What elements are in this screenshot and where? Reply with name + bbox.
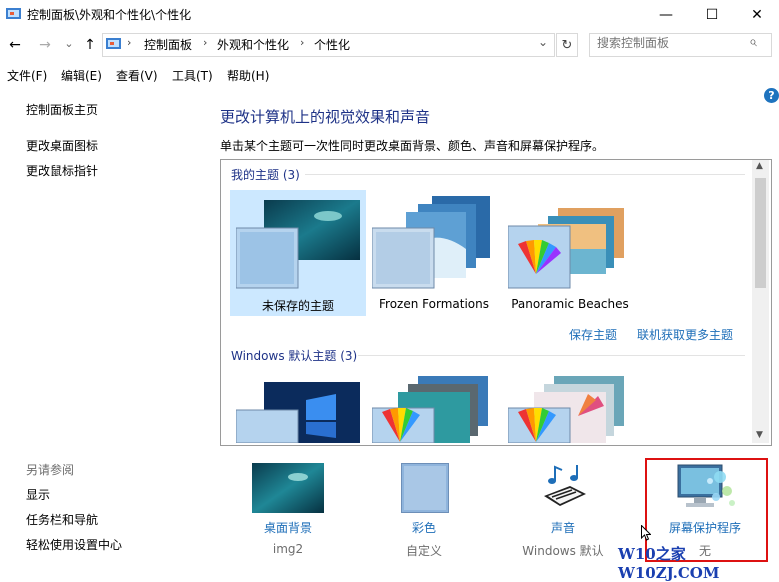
theme-windows-preview[interactable] — [236, 380, 360, 443]
sound-value: Windows 默认 — [522, 544, 604, 558]
control-panel-icon — [6, 8, 21, 19]
window-title: 控制面板\外观和个性化\个性化 — [27, 8, 192, 22]
refresh-icon[interactable]: ↻ — [556, 33, 578, 57]
mouse-cursor-icon — [641, 525, 651, 541]
menu-help[interactable]: 帮助(H) — [227, 67, 269, 84]
sidebar-link-ease-of-access[interactable]: 轻松使用设置中心 — [26, 536, 122, 553]
save-theme-link[interactable]: 保存主题 — [569, 326, 617, 343]
default-themes-heading: Windows 默认主题 (3) — [231, 349, 358, 363]
divider — [358, 355, 745, 356]
desktop-background-icon — [252, 463, 324, 513]
breadcrumb-control-panel[interactable]: 控制面板 — [144, 36, 192, 53]
search-input[interactable] — [597, 36, 747, 50]
get-more-themes-link[interactable]: 联机获取更多主题 — [637, 326, 733, 343]
breadcrumb-appearance[interactable]: 外观和个性化 — [217, 36, 289, 53]
sidebar-link-desktop-icons[interactable]: 更改桌面图标 — [26, 137, 98, 154]
color-icon — [401, 463, 449, 513]
sidebar-link-home[interactable]: 控制面板主页 — [26, 101, 98, 118]
theme-name: Frozen Formations — [379, 297, 489, 311]
menu-file[interactable]: 文件(F) — [7, 67, 47, 84]
desktop-background-label[interactable]: 桌面背景 — [228, 519, 348, 536]
minimize-button[interactable]: — — [643, 0, 689, 30]
close-button[interactable]: ✕ — [734, 0, 779, 30]
help-icon[interactable]: ? — [764, 88, 779, 103]
sidebar-link-mouse-pointer[interactable]: 更改鼠标指针 — [26, 162, 98, 179]
forward-arrow-icon[interactable]: → — [36, 36, 54, 54]
sound-label[interactable]: 声音 — [503, 519, 623, 536]
breadcrumb-personalization[interactable]: 个性化 — [314, 36, 350, 53]
sidebar-link-display[interactable]: 显示 — [26, 486, 50, 503]
color-label[interactable]: 彩色 — [364, 519, 484, 536]
address-dropdown-icon[interactable]: ⌄ — [538, 35, 548, 49]
back-arrow-icon[interactable]: ← — [6, 36, 24, 54]
theme-frozen-preview — [372, 196, 490, 289]
scrollbar-thumb[interactable] — [755, 178, 766, 288]
desktop-background-value: img2 — [272, 542, 304, 556]
theme-flowers-preview[interactable] — [508, 376, 632, 443]
theme-name: Panoramic Beaches — [511, 297, 629, 311]
theme-lines-preview[interactable] — [372, 376, 496, 443]
divider — [305, 174, 745, 175]
menu-edit[interactable]: 编辑(E) — [61, 67, 102, 84]
theme-unsaved-preview — [236, 200, 360, 289]
page-subtitle: 单击某个主题可一次性同时更改桌面背景、颜色、声音和屏幕保护程序。 — [220, 139, 605, 153]
scroll-up-icon[interactable]: ▲ — [756, 161, 763, 171]
breadcrumb-separator[interactable]: › — [300, 36, 304, 49]
breadcrumb-separator[interactable]: › — [127, 36, 131, 49]
theme-name: 未保存的主题 — [261, 299, 334, 313]
control-panel-icon — [106, 38, 121, 49]
menu-view[interactable]: 查看(V) — [116, 67, 158, 84]
sidebar-link-taskbar[interactable]: 任务栏和导航 — [26, 511, 98, 528]
maximize-button[interactable]: ☐ — [689, 0, 735, 30]
recent-locations-icon[interactable]: ⌄ — [60, 34, 78, 52]
breadcrumb-separator[interactable]: › — [203, 36, 207, 49]
sound-icon — [544, 465, 586, 506]
theme-beaches-preview — [508, 208, 624, 289]
menu-tools[interactable]: 工具(T) — [172, 67, 213, 84]
page-title: 更改计算机上的视觉效果和声音 — [220, 108, 431, 126]
my-themes-heading: 我的主题 (3) — [231, 168, 300, 182]
see-also-heading: 另请参阅 — [26, 463, 75, 477]
color-value: 自定义 — [405, 544, 442, 558]
search-icon[interactable]: ⌕ — [749, 34, 757, 50]
watermark: W10之家 W10ZJ.COM — [618, 545, 720, 582]
scroll-down-icon[interactable]: ▼ — [756, 430, 763, 440]
up-arrow-icon[interactable]: ↑ — [81, 36, 99, 54]
